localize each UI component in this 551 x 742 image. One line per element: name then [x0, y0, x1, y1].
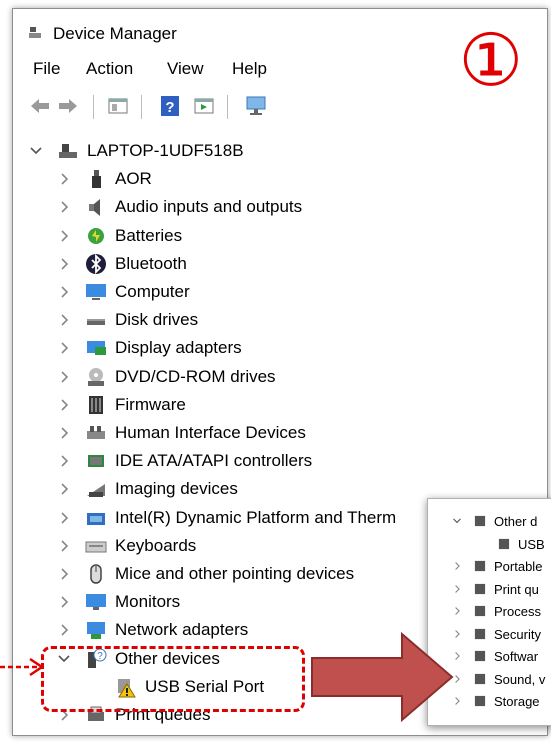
highlight-dashed-box: [41, 646, 305, 712]
menu-action[interactable]: Action: [82, 57, 137, 81]
chevron-right-icon[interactable]: [57, 395, 71, 415]
inset-item-label: Print qu: [494, 581, 539, 597]
chevron-right-icon[interactable]: [452, 604, 462, 618]
speaker-icon: [89, 199, 100, 217]
tree-item-label: Monitors: [115, 592, 181, 612]
help-icon[interactable]: ?: [159, 95, 181, 117]
device-icon: [474, 650, 486, 662]
chevron-down-icon[interactable]: [452, 514, 462, 528]
firmware-icon: [89, 395, 103, 414]
monitor-icon: [86, 594, 106, 611]
chevron-right-icon[interactable]: [57, 451, 71, 471]
chevron-right-icon[interactable]: [57, 592, 71, 612]
chevron-right-icon[interactable]: [57, 254, 71, 274]
inset-item-label: Softwar: [494, 649, 539, 664]
tree-item-label: Intel(R) Dynamic Platform and Therm: [115, 507, 397, 527]
tree-item-label: DVD/CD-ROM drives: [115, 366, 276, 386]
chevron-right-icon[interactable]: [57, 367, 71, 387]
hid-icon: [87, 426, 105, 439]
tree-item-label: Imaging devices: [115, 479, 238, 499]
display-icon: [87, 341, 106, 356]
inset-item-label: Portable: [494, 559, 543, 574]
inset-item-label: Security: [494, 626, 541, 642]
chevron-right-icon[interactable]: [452, 582, 462, 596]
chevron-right-icon[interactable]: [57, 169, 71, 189]
inset-item-label: Other d: [494, 514, 538, 529]
device-icon: [474, 515, 486, 527]
chevron-right-icon[interactable]: [57, 197, 71, 217]
ide-icon: [88, 455, 104, 468]
chevron-down-icon[interactable]: [29, 141, 43, 161]
update-driver-icon[interactable]: [193, 95, 215, 117]
big-right-arrow-icon: [311, 631, 454, 723]
chevron-right-icon[interactable]: [452, 559, 462, 573]
device-icon: [474, 673, 486, 684]
window-title: Device Manager: [53, 24, 177, 43]
mouse-icon: [90, 564, 102, 584]
tree-root-label: LAPTOP-1UDF518B: [87, 141, 244, 160]
chevron-right-icon[interactable]: [57, 620, 71, 640]
svg-text:?: ?: [165, 99, 174, 116]
inset-item-label: Sound, v: [494, 671, 546, 687]
chevron-right-icon[interactable]: [57, 536, 71, 556]
tree-item-label: Mice and other pointing devices: [115, 564, 355, 583]
tree-item-label: Batteries: [115, 225, 183, 245]
menu-view[interactable]: View: [163, 57, 208, 81]
tag-icon: [92, 170, 101, 189]
inset-item-label: USB: [518, 536, 545, 552]
camera-icon: [87, 484, 105, 498]
computer-root-icon: [59, 144, 77, 158]
menu-file[interactable]: File: [29, 57, 64, 81]
chevron-right-icon[interactable]: [57, 310, 71, 330]
computer-icon: [86, 284, 106, 300]
device-manager-icon: [29, 27, 41, 38]
tree-item-label: Keyboards: [115, 535, 197, 555]
device-icon: [474, 583, 486, 594]
chevron-right-icon[interactable]: [57, 423, 71, 443]
pointer-arrow-icon: [0, 657, 45, 677]
chevron-right-icon[interactable]: [57, 226, 71, 246]
intel-icon: [87, 512, 105, 525]
toolbar-separator: [227, 95, 228, 119]
tree-item-label: AOR: [115, 169, 152, 189]
step-number-badge: ①: [458, 18, 523, 102]
tree-item-label: Audio inputs and outputs: [115, 197, 303, 217]
device-icon: [474, 605, 486, 617]
device-icon: [474, 560, 486, 572]
tree-item-label: Display adapters: [115, 338, 242, 358]
device-icon: [498, 538, 510, 549]
inset-item-label: Process: [494, 604, 541, 619]
tree-item-label: Human Interface Devices: [115, 423, 306, 442]
toolbar-separator: [141, 95, 142, 119]
toolbar-separator: [93, 95, 94, 119]
chevron-right-icon[interactable]: [57, 282, 71, 302]
tree-item-label: Firmware: [115, 394, 186, 414]
tree-item-label: Computer: [115, 282, 190, 301]
device-icon: [474, 628, 486, 639]
back-arrow-icon[interactable]: [29, 95, 51, 117]
chevron-right-icon[interactable]: [57, 564, 71, 584]
network-icon: [87, 622, 105, 640]
menu-help[interactable]: Help: [228, 57, 271, 81]
properties-icon[interactable]: [107, 95, 129, 117]
forward-arrow-icon[interactable]: [57, 95, 79, 117]
chevron-right-icon[interactable]: [57, 338, 71, 358]
dvd-icon: [88, 367, 104, 386]
chevron-right-icon[interactable]: [57, 479, 71, 499]
battery-icon: [88, 227, 104, 244]
disk-icon: [87, 319, 105, 326]
scan-hardware-icon[interactable]: [245, 95, 267, 117]
tree-item-label: IDE ATA/ATAPI controllers: [115, 451, 313, 471]
tree-item-label: Disk drives: [115, 310, 199, 330]
keyboard-icon: [85, 541, 107, 553]
chevron-right-icon[interactable]: [57, 508, 71, 528]
tree-item-label: Bluetooth: [115, 253, 187, 273]
device-icon: [474, 695, 486, 707]
tree-item-label: Network adapters: [115, 620, 249, 640]
inset-item-label: Storage: [494, 694, 540, 709]
bluetooth-icon: [86, 253, 106, 274]
